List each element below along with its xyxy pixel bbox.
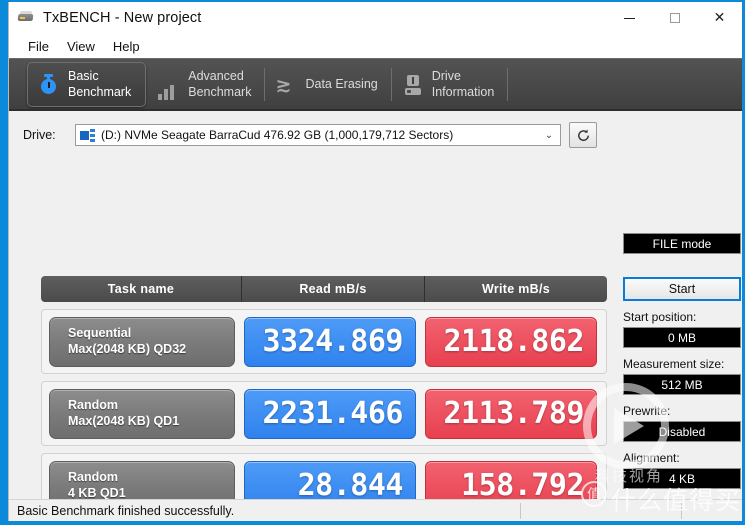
drive-select[interactable]: (D:) NVMe Seagate BarraCud 476.92 GB (1,… (75, 124, 561, 146)
tab-drive-information[interactable]: Drive Information (392, 62, 509, 107)
column-header-task: Task name (41, 276, 242, 302)
erase-icon: ≳ (275, 73, 292, 96)
task-name-line1: Random (68, 469, 118, 484)
stopwatch-icon (38, 73, 60, 97)
minimize-button[interactable] (607, 2, 652, 34)
window-title: TxBENCH - New project (43, 10, 202, 26)
tab-data-erasing-label: Data Erasing (305, 76, 378, 91)
side-panel: FILE mode Start Start position: 0 MB Mea… (623, 233, 741, 521)
read-value: 3324.869 (244, 316, 416, 367)
task-name-line2: Max(2048 KB) QD1 (68, 413, 180, 428)
task-name-line2: Max(2048 KB) QD32 (68, 341, 187, 356)
read-value: 2231.466 (244, 388, 416, 439)
app-drive-icon (17, 10, 35, 26)
file-mode-field[interactable]: FILE mode (623, 233, 741, 254)
task-chip: Random Max(2048 KB) QD1 (49, 388, 235, 439)
status-divider (681, 503, 682, 519)
results-header-row: Task name Read mB/s Write mB/s (41, 276, 607, 302)
menu-bar: File View Help (9, 34, 742, 58)
window-frame: TxBENCH - New project ✕ File View Help B… (8, 2, 743, 521)
table-row: Sequential Max(2048 KB) QD32 3324.869 21… (41, 309, 607, 374)
application-window: TxBENCH - New project ✕ File View Help B… (0, 0, 745, 525)
drive-info-icon (402, 73, 424, 97)
task-name-line1: Random (68, 397, 118, 412)
start-button[interactable]: Start (623, 277, 741, 301)
write-value: 2118.862 (425, 316, 597, 367)
measurement-size-field[interactable]: 512 MB (623, 374, 741, 395)
refresh-icon (577, 128, 589, 141)
table-row: Random Max(2048 KB) QD1 2231.466 2113.78… (41, 381, 607, 446)
menu-item-help[interactable]: Help (104, 37, 149, 56)
tab-basic-benchmark-label: Basic Benchmark (68, 69, 132, 99)
drive-label: Drive: (23, 128, 56, 142)
tab-basic-benchmark[interactable]: Basic Benchmark (27, 62, 147, 107)
menu-item-view[interactable]: View (58, 37, 104, 56)
column-header-read: Read mB/s (242, 276, 425, 302)
status-bar: Basic Benchmark finished successfully. (9, 499, 742, 521)
column-header-write: Write mB/s (481, 282, 551, 296)
task-chip: Sequential Max(2048 KB) QD32 (49, 316, 235, 367)
maximize-button[interactable] (652, 2, 697, 34)
drive-glyph-icon (80, 128, 96, 142)
window-controls: ✕ (607, 2, 742, 34)
tab-drive-information-label: Drive Information (431, 69, 495, 99)
start-position-field[interactable]: 0 MB (623, 327, 741, 348)
tab-data-erasing[interactable]: ≳ Data Erasing (265, 62, 392, 107)
prewrite-field[interactable]: Disabled (623, 421, 741, 442)
measurement-size-label: Measurement size: (623, 357, 725, 371)
prewrite-label: Prewrite: (623, 404, 671, 418)
results-table: Task name Read mB/s Write mB/s Sequentia… (41, 276, 607, 521)
content-area: Drive: (D:) NVMe Seagate BarraCud 476.92… (9, 111, 742, 521)
tab-strip: Basic Benchmark Advanced Benchmark ≳ Dat… (9, 58, 742, 111)
chevron-down-icon: ⌄ (544, 129, 554, 141)
write-value: 2113.789 (425, 388, 597, 439)
task-name-line1: Sequential (68, 325, 132, 340)
drive-row: Drive: (D:) NVMe Seagate BarraCud 476.92… (9, 111, 742, 150)
tab-advanced-benchmark[interactable]: Advanced Benchmark (146, 62, 266, 107)
start-position-label: Start position: (623, 310, 697, 324)
alignment-label: Alignment: (623, 451, 680, 465)
tab-advanced-benchmark-label: Advanced Benchmark (188, 69, 252, 99)
menu-item-file[interactable]: File (19, 37, 58, 56)
bar-chart-icon (156, 69, 180, 100)
close-icon: ✕ (713, 10, 726, 26)
status-message: Basic Benchmark finished successfully. (17, 504, 235, 518)
alignment-field[interactable]: 4 KB (623, 468, 741, 489)
refresh-button[interactable] (569, 122, 597, 148)
title-bar: TxBENCH - New project ✕ (9, 2, 742, 34)
close-button[interactable]: ✕ (697, 2, 742, 34)
drive-select-value: (D:) NVMe Seagate BarraCud 476.92 GB (1,… (101, 128, 454, 142)
status-divider (520, 503, 521, 519)
